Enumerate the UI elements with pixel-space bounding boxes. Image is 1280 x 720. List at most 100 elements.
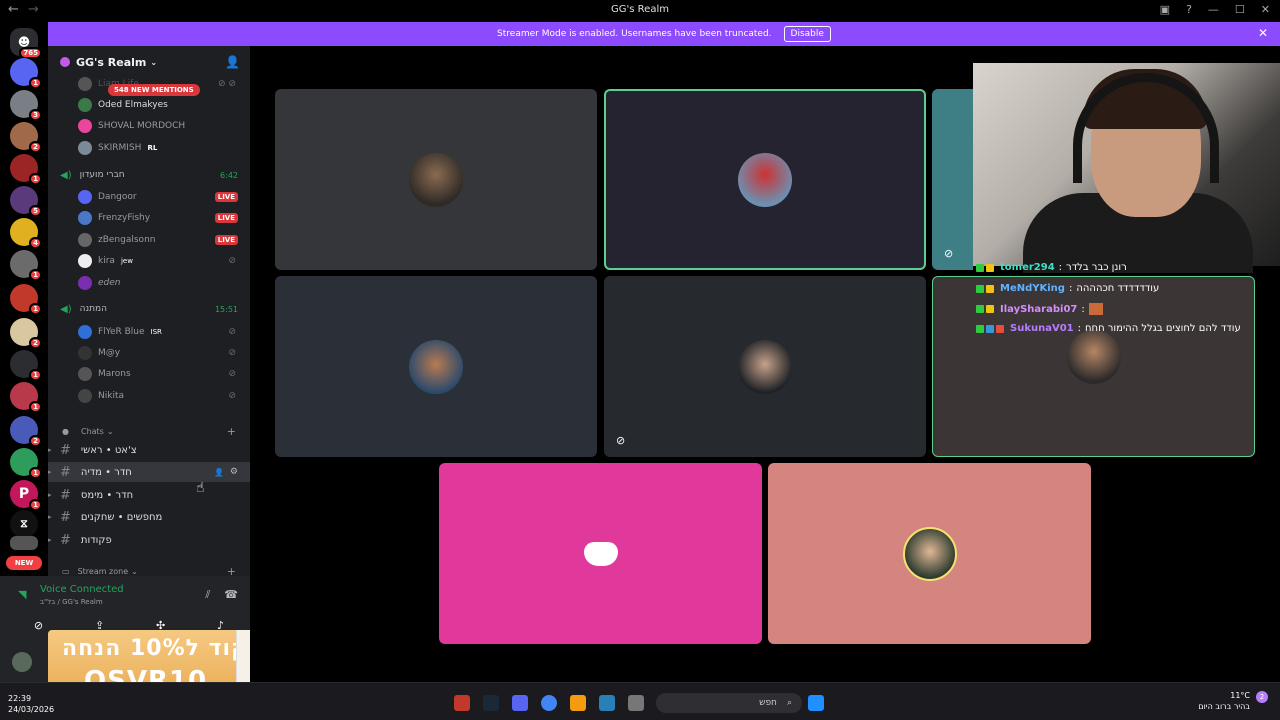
weather-widget[interactable]: 11°C בהיר ברוב היום [1198, 690, 1250, 712]
server-icon[interactable]: P1 [10, 480, 42, 511]
disable-streamer-button[interactable]: Disable [783, 26, 831, 42]
app-icon[interactable] [599, 695, 615, 711]
participant-tile[interactable] [768, 463, 1091, 644]
add-channel-icon[interactable]: + [227, 565, 236, 577]
server-icon[interactable]: 5 [10, 186, 42, 217]
help-icon[interactable]: ? [1186, 3, 1192, 16]
participant-tile[interactable]: ⊘ [604, 276, 926, 457]
member-row[interactable]: Oded Elmakyes [48, 95, 250, 115]
search-box[interactable]: חפש ⌕ [656, 693, 802, 713]
app-icon[interactable] [570, 695, 586, 711]
close-window-icon[interactable]: ✕ [1261, 3, 1270, 16]
notification-badge[interactable]: 2 [1256, 691, 1268, 703]
server-badge: 2 [29, 435, 42, 447]
text-channel[interactable]: ▸ # מחפשים • שחקנים [48, 507, 250, 527]
clock[interactable]: 22:39 24/03/2026 [8, 693, 54, 715]
member-name: FlYeR Blue [98, 327, 145, 337]
voice-connected-title[interactable]: Voice Connected [40, 584, 124, 595]
chevron-right-icon: ▸ [48, 513, 52, 521]
category-chats[interactable]: ● Chats ⌄ + [48, 423, 250, 439]
home-button[interactable]: ☻ 765 [10, 28, 42, 59]
participant-tile[interactable] [275, 89, 597, 270]
chevron-right-icon: ▸ [48, 446, 52, 454]
inbox-icon[interactable]: ▣ [1160, 3, 1170, 16]
participant-tile[interactable] [439, 463, 762, 644]
member-name: FrenzyFishy [98, 213, 151, 223]
discord-logo-icon [583, 541, 618, 566]
server-icon[interactable]: 2 [10, 416, 42, 447]
server-icon[interactable] [10, 536, 38, 550]
gear-icon[interactable]: ⚙ [230, 467, 238, 477]
file-explorer-icon[interactable] [628, 695, 644, 711]
member-row[interactable]: SHOVAL MORDOCH [48, 116, 250, 136]
avatar [409, 152, 463, 207]
avatar [738, 339, 792, 394]
server-icon[interactable]: 1 [10, 448, 42, 479]
live-badge: LIVE [214, 235, 238, 245]
server-badge: 1 [29, 467, 42, 479]
hourglass-icon[interactable]: ⧖ [10, 510, 38, 538]
search-icon: ⌕ [786, 698, 792, 708]
add-channel-icon[interactable]: + [227, 425, 236, 438]
camera-off-icon[interactable]: ⊘ [34, 619, 43, 632]
member-row[interactable]: Dangoor LIVE [48, 187, 250, 207]
voice-channel[interactable]: ◀) חברי מועדון 6:42 [48, 165, 250, 185]
server-icon[interactable]: 1 [10, 350, 42, 381]
windows-start-icon[interactable] [808, 695, 824, 711]
stream-chat-overlay: tomer294 : רונן כבר בלדר MeNdYKing : עוד… [973, 262, 1273, 346]
add-member-icon[interactable]: 👤 [225, 55, 240, 69]
new-servers-pill[interactable]: NEW [6, 556, 42, 570]
chat-text: עודד להם לחוצים בגלל ההימור חחח [1085, 323, 1241, 334]
participant-tile[interactable]: ⊘ [932, 89, 973, 270]
steam-icon[interactable] [483, 695, 499, 711]
member-row[interactable]: M@y ⊘ [48, 343, 250, 363]
server-icon[interactable]: 1 [10, 382, 42, 413]
avatar [409, 339, 463, 394]
disconnect-icon[interactable]: ☎ [224, 588, 238, 602]
minimize-icon[interactable]: — [1208, 3, 1219, 16]
server-icon[interactable]: 2 [10, 318, 42, 349]
chat-username: SukunaV01 [1010, 323, 1074, 334]
member-row[interactable]: FlYeR Blue ISR ⊘ [48, 322, 250, 342]
text-channel[interactable]: ▸ # פקודות [48, 530, 250, 550]
server-icon[interactable]: 1 [10, 250, 42, 281]
streamer-mode-banner: Streamer Mode is enabled. Usernames have… [48, 22, 1280, 46]
avatar[interactable] [12, 652, 32, 672]
text-channel[interactable]: ▸ # חדר • מימס [48, 485, 250, 505]
close-icon[interactable]: ✕ [1258, 26, 1268, 40]
server-icon[interactable]: 1 [10, 154, 42, 185]
noise-suppression-icon[interactable]: ⫽ [205, 588, 210, 602]
voice-connected-channel[interactable]: בל"ב / GG's Realm [40, 598, 103, 606]
server-icon[interactable]: 1 [10, 58, 42, 89]
avatar [78, 254, 92, 268]
clan-tag: RL [147, 144, 158, 152]
member-row[interactable]: kira jew ⊘ [48, 251, 250, 271]
server-icon[interactable]: 1 [10, 284, 42, 315]
discord-icon[interactable] [512, 695, 528, 711]
participant-tile[interactable] [275, 276, 597, 457]
invite-icon[interactable]: 👤 [214, 468, 224, 477]
category-stream-zone[interactable]: ▭ Stream zone ⌄ + [48, 563, 250, 577]
avatar [78, 119, 92, 133]
member-row[interactable]: Marons ⊘ [48, 364, 250, 384]
member-row[interactable]: SKIRMISH RL [48, 138, 250, 158]
server-icon[interactable]: 3 [10, 90, 42, 121]
member-row[interactable]: FrenzyFishy LIVE [48, 208, 250, 228]
avatar [78, 325, 92, 339]
server-badge-icon [60, 57, 70, 67]
chrome-icon[interactable] [541, 695, 557, 711]
server-icon[interactable]: 4 [10, 218, 42, 249]
hash-icon: # [60, 442, 71, 458]
member-row[interactable]: Nikita ⊘ [48, 386, 250, 406]
avatar [78, 77, 92, 91]
server-icon[interactable]: 2 [10, 122, 42, 153]
voice-channel[interactable]: ◀) המתנה 15:51 [48, 299, 250, 319]
member-row[interactable]: eden [48, 273, 250, 293]
participant-tile[interactable] [604, 89, 926, 270]
channel-name: מחפשים • שחקנים [80, 511, 163, 523]
maximize-icon[interactable]: ☐ [1235, 3, 1245, 16]
text-channel[interactable]: ▸ # חדר • מדיה 👤 ⚙ [48, 462, 250, 482]
text-channel[interactable]: ▸ # צ'אט • ראשי [48, 440, 250, 460]
member-row[interactable]: zBengalsonn LIVE [48, 230, 250, 250]
app-icon[interactable] [454, 695, 470, 711]
